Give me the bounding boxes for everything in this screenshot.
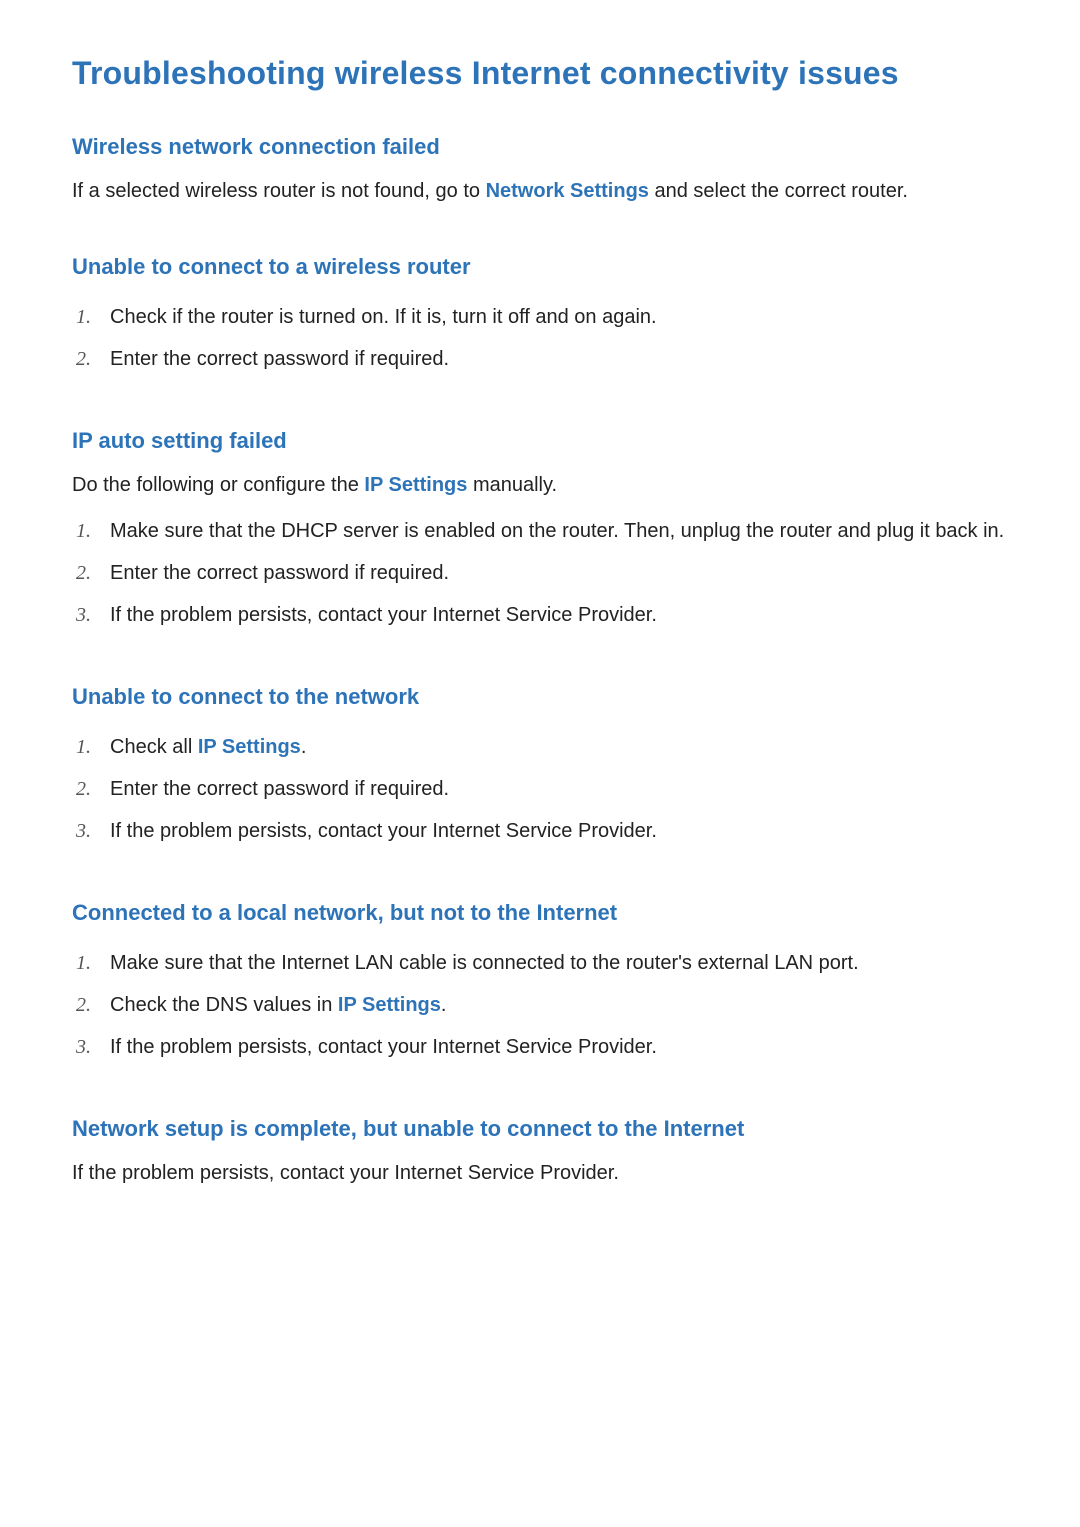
step-number: 2. xyxy=(76,558,102,588)
section-ip-auto-failed: IP auto setting failed Do the following … xyxy=(72,428,1010,636)
list-item: 2. Enter the correct password if require… xyxy=(72,338,1010,380)
step-number: 3. xyxy=(76,1032,102,1062)
step-number: 1. xyxy=(76,516,102,546)
page: Troubleshooting wireless Internet connec… xyxy=(0,0,1080,1188)
text: Do the following or configure the xyxy=(72,474,364,496)
section-wireless-failed: Wireless network connection failed If a … xyxy=(72,134,1010,206)
step-number: 1. xyxy=(76,948,102,978)
steps-list: 1. Make sure that the Internet LAN cable… xyxy=(72,942,1010,1068)
step-text: Enter the correct password if required. xyxy=(110,774,1010,804)
step-text: If the problem persists, contact your In… xyxy=(110,600,1010,630)
section-text: If the problem persists, contact your In… xyxy=(72,1158,1010,1188)
section-title: Network setup is complete, but unable to… xyxy=(72,1116,1010,1142)
list-item: 2. Check the DNS values in IP Settings. xyxy=(72,984,1010,1026)
step-number: 1. xyxy=(76,732,102,762)
text: Check the DNS values in xyxy=(110,994,338,1016)
section-intro: If a selected wireless router is not fou… xyxy=(72,176,1010,206)
step-number: 3. xyxy=(76,816,102,846)
text: manually. xyxy=(467,474,557,496)
step-text: Check the DNS values in IP Settings. xyxy=(110,990,1010,1020)
text: . xyxy=(301,736,307,758)
link-network-settings[interactable]: Network Settings xyxy=(486,180,649,202)
text: . xyxy=(441,994,447,1016)
section-intro: Do the following or configure the IP Set… xyxy=(72,470,1010,500)
section-title: Wireless network connection failed xyxy=(72,134,1010,160)
list-item: 2. Enter the correct password if require… xyxy=(72,768,1010,810)
list-item: 1. Make sure that the DHCP server is ena… xyxy=(72,510,1010,552)
text: Check all xyxy=(110,736,198,758)
section-local-no-internet: Connected to a local network, but not to… xyxy=(72,900,1010,1068)
step-text: Enter the correct password if required. xyxy=(110,558,1010,588)
page-title: Troubleshooting wireless Internet connec… xyxy=(72,55,1010,92)
step-text: If the problem persists, contact your In… xyxy=(110,816,1010,846)
step-text: Check all IP Settings. xyxy=(110,732,1010,762)
list-item: 3. If the problem persists, contact your… xyxy=(72,1026,1010,1068)
step-number: 3. xyxy=(76,600,102,630)
list-item: 3. If the problem persists, contact your… xyxy=(72,810,1010,852)
link-ip-settings[interactable]: IP Settings xyxy=(364,474,467,496)
section-title: IP auto setting failed xyxy=(72,428,1010,454)
step-text: Check if the router is turned on. If it … xyxy=(110,302,1010,332)
steps-list: 1. Check if the router is turned on. If … xyxy=(72,296,1010,380)
section-unable-connect-network: Unable to connect to the network 1. Chec… xyxy=(72,684,1010,852)
section-setup-complete-no-internet: Network setup is complete, but unable to… xyxy=(72,1116,1010,1188)
step-number: 1. xyxy=(76,302,102,332)
step-number: 2. xyxy=(76,990,102,1020)
step-number: 2. xyxy=(76,774,102,804)
text: and select the correct router. xyxy=(649,180,908,202)
section-title: Unable to connect to a wireless router xyxy=(72,254,1010,280)
step-text: Make sure that the Internet LAN cable is… xyxy=(110,948,1010,978)
text: If a selected wireless router is not fou… xyxy=(72,180,486,202)
list-item: 3. If the problem persists, contact your… xyxy=(72,594,1010,636)
list-item: 1. Check if the router is turned on. If … xyxy=(72,296,1010,338)
list-item: 1. Check all IP Settings. xyxy=(72,726,1010,768)
steps-list: 1. Check all IP Settings. 2. Enter the c… xyxy=(72,726,1010,852)
step-text: Enter the correct password if required. xyxy=(110,344,1010,374)
link-ip-settings[interactable]: IP Settings xyxy=(338,994,441,1016)
link-ip-settings[interactable]: IP Settings xyxy=(198,736,301,758)
section-title: Unable to connect to the network xyxy=(72,684,1010,710)
step-number: 2. xyxy=(76,344,102,374)
steps-list: 1. Make sure that the DHCP server is ena… xyxy=(72,510,1010,636)
list-item: 2. Enter the correct password if require… xyxy=(72,552,1010,594)
section-title: Connected to a local network, but not to… xyxy=(72,900,1010,926)
section-unable-connect-router: Unable to connect to a wireless router 1… xyxy=(72,254,1010,380)
step-text: If the problem persists, contact your In… xyxy=(110,1032,1010,1062)
list-item: 1. Make sure that the Internet LAN cable… xyxy=(72,942,1010,984)
step-text: Make sure that the DHCP server is enable… xyxy=(110,516,1010,546)
